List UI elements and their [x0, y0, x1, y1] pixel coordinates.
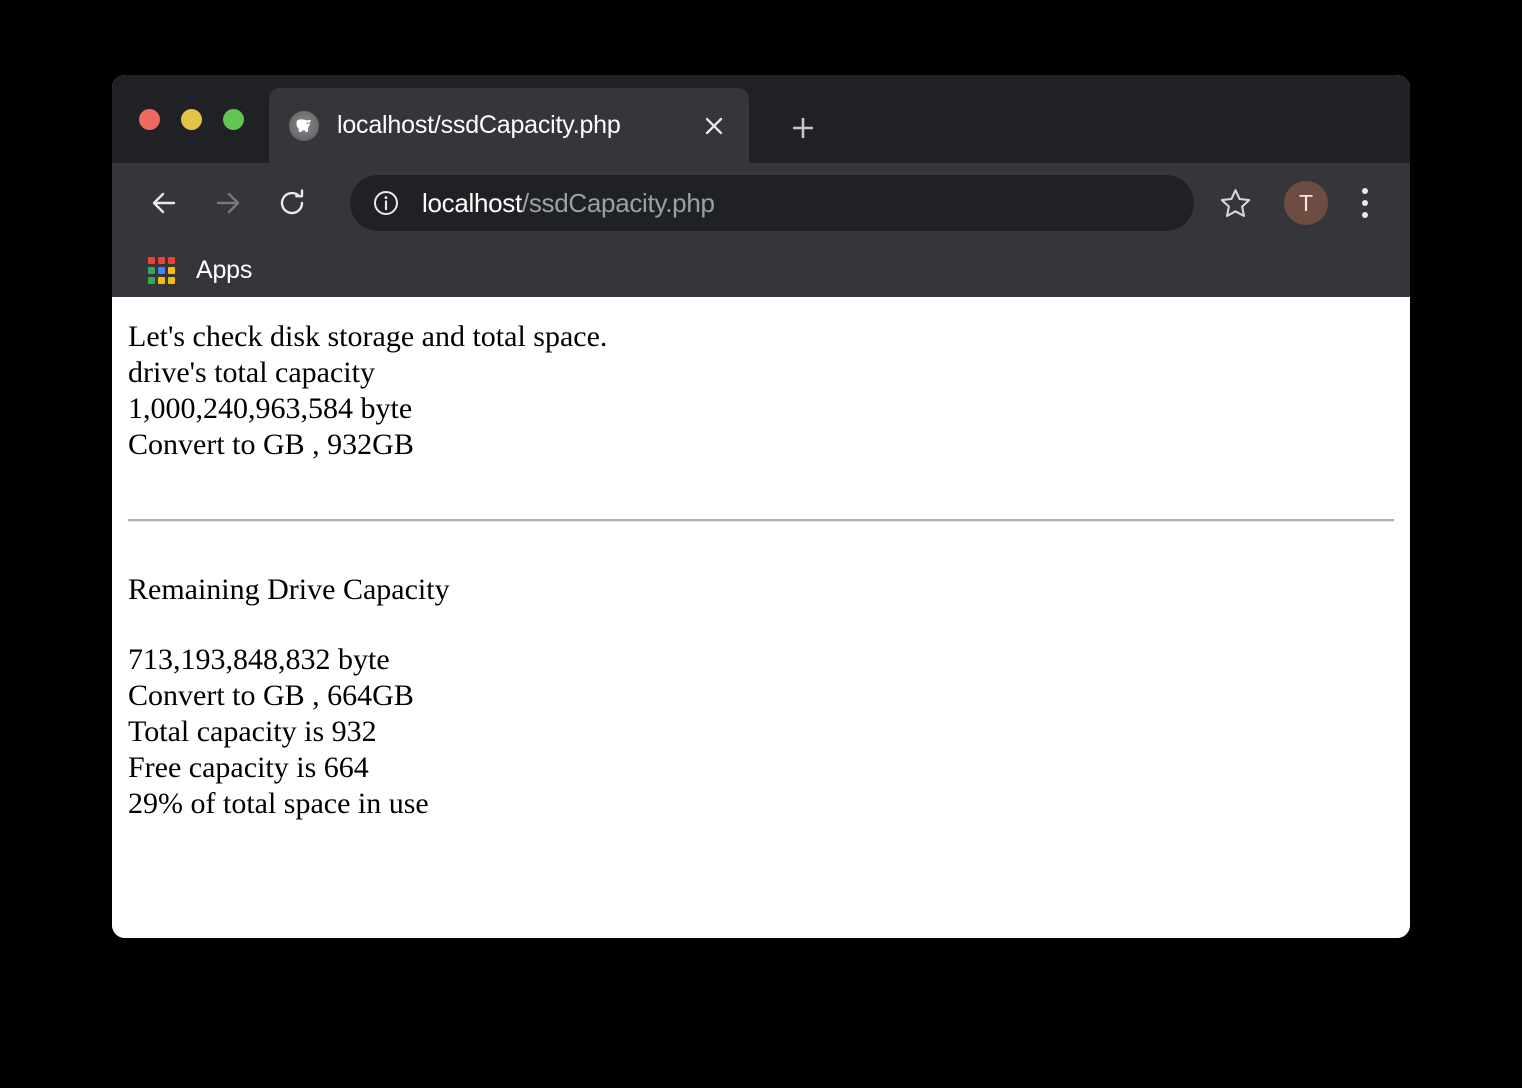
bookmark-item-label: Apps — [196, 255, 253, 284]
text-line: Convert to GB , 664GB — [128, 679, 414, 712]
section-heading: Remaining Drive Capacity — [128, 573, 450, 606]
new-tab-button[interactable] — [780, 105, 826, 151]
apps-grid-cell — [168, 267, 175, 274]
text-line: 713,193,848,832 byte — [128, 643, 390, 676]
browser-window: localhost/ssdCapacity.php localhost/ssdC… — [112, 75, 1410, 938]
address-bar[interactable]: localhost/ssdCapacity.php — [350, 175, 1194, 231]
window-close-button[interactable] — [139, 109, 160, 130]
horizontal-divider — [128, 519, 1394, 522]
bookmark-item-apps[interactable]: Apps — [138, 249, 262, 291]
php-elephant-icon — [289, 110, 319, 141]
apps-grid-cell — [168, 277, 175, 284]
url-path: /ssdCapacity.php — [521, 187, 715, 218]
avatar[interactable]: T — [1284, 181, 1328, 225]
arrow-left-icon[interactable] — [138, 177, 190, 229]
bookmarks-bar: Apps — [112, 243, 1410, 297]
paragraph-intro: Let's check disk storage and total space… — [128, 319, 1394, 463]
apps-grid-cell — [158, 267, 165, 274]
tab-strip: localhost/ssdCapacity.php — [112, 75, 1410, 163]
url-host: localhost — [422, 187, 522, 218]
paragraph-remaining: 713,193,848,832 byte Convert to GB , 664G… — [128, 642, 1394, 822]
text-line: 29% of total space in use — [128, 787, 429, 820]
arrow-right-icon — [202, 177, 254, 229]
close-icon[interactable] — [693, 105, 735, 147]
avatar-initial: T — [1298, 189, 1314, 216]
address-bar-text: localhost/ssdCapacity.php — [422, 188, 715, 219]
text-line: Let's check disk storage and total space… — [128, 320, 608, 353]
text-line: drive's total capacity — [128, 356, 375, 389]
window-controls — [139, 109, 244, 130]
apps-grid-icon — [148, 257, 175, 284]
apps-grid-cell — [158, 257, 165, 264]
window-maximize-button[interactable] — [223, 109, 244, 130]
text-line: Convert to GB , 932GB — [128, 428, 414, 461]
reload-icon[interactable] — [266, 177, 318, 229]
three-dot-menu-icon[interactable] — [1342, 177, 1388, 229]
menu-dot — [1362, 212, 1368, 218]
text-line: 1,000,240,963,584 byte — [128, 392, 413, 425]
menu-dot — [1362, 200, 1368, 206]
apps-grid-cell — [148, 267, 155, 274]
text-line: Free capacity is 664 — [128, 751, 369, 784]
tab-title: localhost/ssdCapacity.php — [337, 111, 621, 139]
browser-tab[interactable]: localhost/ssdCapacity.php — [269, 88, 749, 163]
menu-dot — [1362, 188, 1368, 194]
text-line: Total capacity is 932 — [128, 715, 377, 748]
info-circle-icon[interactable] — [372, 189, 400, 217]
apps-grid-cell — [168, 257, 175, 264]
apps-grid-cell — [148, 277, 155, 284]
page-content: Let's check disk storage and total space… — [112, 297, 1410, 938]
navigation-toolbar: localhost/ssdCapacity.php T — [112, 163, 1410, 243]
apps-grid-cell — [158, 277, 165, 284]
star-icon[interactable] — [1210, 178, 1260, 228]
window-minimize-button[interactable] — [181, 109, 202, 130]
apps-grid-cell — [148, 257, 155, 264]
